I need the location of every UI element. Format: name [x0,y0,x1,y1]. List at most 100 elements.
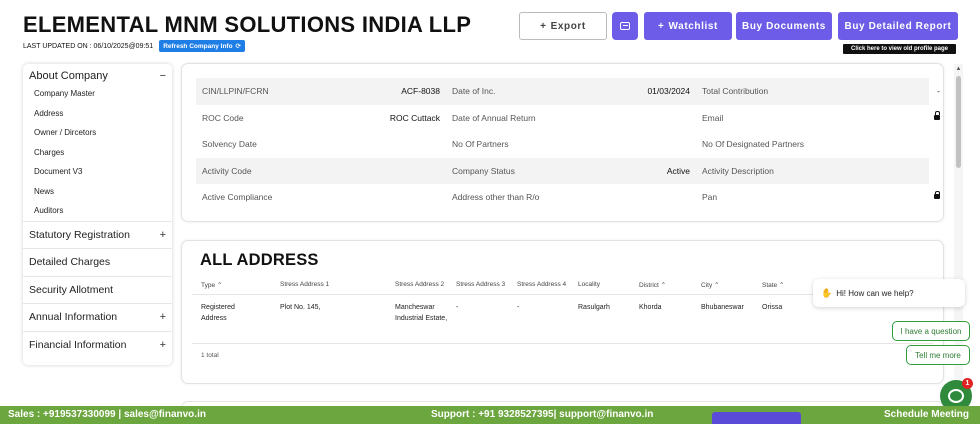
expand-icon[interactable]: + [160,229,166,241]
field-label: Pan [702,192,718,203]
last-updated: LAST UPDATED ON : 06/10/2025@09:51 Refre… [23,40,245,52]
sidebar-item-owners[interactable]: Owner / Dircetors [23,123,172,143]
info-active-compliance: Active Compliance [196,192,446,202]
field-label: Activity Code [202,165,252,176]
field-label: No Of Designated Partners [702,139,805,150]
watchlist-button[interactable]: + Watchlist [644,12,732,40]
refresh-icon: ⟳ [235,43,241,50]
sidebar-section-label: Detailed Charges [29,256,111,269]
field-value: - [937,86,940,97]
lock-icon[interactable] [934,111,940,120]
old-profile-link[interactable]: Click here to view old profile page [843,44,956,54]
info-pan: Pan [696,190,946,203]
company-title: ELEMENTAL MNM SOLUTIONS INDIA LLP [23,12,472,37]
column-header-state[interactable]: State ⌃ [762,281,784,289]
field-label: Company Status [452,165,515,176]
refresh-company-info-button[interactable]: Refresh Company Info ⟳ [159,40,245,52]
buy-detailed-report-button[interactable]: Buy Detailed Report [838,12,958,40]
column-header-address3: Stress Address 3 [456,281,506,288]
cell-type: Registered Address [201,304,235,322]
expand-icon[interactable]: + [160,311,166,323]
footer-support[interactable]: Support : +91 9328527395| support@finanv… [431,409,653,420]
buy-documents-button[interactable]: Buy Documents [736,12,832,40]
sidebar-item-news[interactable]: News [23,182,172,202]
plus-icon: + [658,20,665,32]
export-button[interactable]: + Export [519,12,607,40]
sidebar-section-label: Annual Information [29,311,118,324]
scroll-up-arrow-icon[interactable]: ▲ [954,64,963,73]
info-other-address: Address other than R/o [446,192,696,202]
sidebar-section-detailed-charges[interactable]: Detailed Charges [23,248,172,276]
info-activity-code: Activity Code [196,166,446,176]
info-row: Active Compliance Address other than R/o… [196,184,940,211]
sidebar-item-document-v3[interactable]: Document V3 [23,162,172,182]
field-value: ACF-8038 [401,86,440,97]
chat-option-question[interactable]: I have a question [892,321,970,341]
field-label: Solvency Date [202,139,257,150]
cell-locality: Rasulgarh [578,304,610,311]
last-updated-text: LAST UPDATED ON : 06/10/2025@09:51 [23,42,154,50]
sidebar-item-auditors[interactable]: Auditors [23,201,172,221]
chat-greeting-bubble: ✋ Hi! How can we help? [813,279,965,307]
expand-icon[interactable]: + [160,339,166,351]
info-row: ROC Code ROC Cuttack Date of Annual Retur… [196,105,940,132]
wave-hand-icon: ✋ [821,287,833,298]
field-label: Total Contribution [702,86,769,97]
sidebar-section-about[interactable]: About Company − [23,64,172,84]
footer-purple-tab[interactable] [712,412,801,424]
info-date-inc: Date of Inc. 01/03/2024 [446,86,696,96]
address-section-title: ALL ADDRESS [200,251,319,269]
sidebar-item-company-master[interactable]: Company Master [23,84,172,104]
sidebar: About Company − Company Master Address O… [23,64,172,365]
chat-option-tell-more[interactable]: Tell me more [906,345,970,365]
field-label: Active Compliance [202,192,273,203]
collapse-icon[interactable]: − [160,70,166,82]
info-company-status: Company Status Active [446,166,696,176]
field-value: Active [666,165,690,176]
schedule-meeting-link[interactable]: Schedule Meeting [884,409,969,420]
sidebar-item-charges[interactable]: Charges [23,143,172,163]
cell-state: Orissa [762,304,783,311]
column-header-locality: Locality [578,281,601,288]
info-email: Email [696,111,946,123]
field-label: Activity Description [702,165,774,176]
sidebar-item-address[interactable]: Address [23,104,172,124]
refresh-label: Refresh Company Info [163,42,233,50]
compact-view-button[interactable] [612,12,638,40]
info-roc-code: ROC Code ROC Cuttack [196,113,446,123]
cell-address1: Plot No. 145, [280,304,321,311]
footer-sales[interactable]: Sales : +919537330099 | sales@finanvo.in [8,409,206,420]
sidebar-section-label: Financial Information [29,338,127,351]
field-value: 01/03/2024 [647,86,690,97]
sidebar-section-annual[interactable]: Annual Information + [23,303,172,331]
field-label: Date of Annual Return [452,112,536,123]
scrollbar-thumb[interactable] [956,76,961,168]
column-header-type[interactable]: Type ⌃ [201,281,222,289]
sidebar-section-statutory[interactable]: Statutory Registration + [23,220,172,249]
field-label: Email [702,112,724,123]
info-row: Activity Code Company Status Active Activ… [196,157,929,184]
cell-district: Khorda [639,304,662,311]
sidebar-section-security-allotment[interactable]: Security Allotment [23,275,172,304]
info-total-contribution: Total Contribution - [696,86,946,96]
table-total: 1 total [201,352,219,359]
info-row: CIN/LLPIN/FCRN ACF-8038 Date of Inc. 01/03… [196,78,940,105]
field-label: No Of Partners [452,139,509,150]
lock-icon[interactable] [934,190,940,200]
chat-notification-badge: 1 [962,378,973,389]
plus-icon: + [540,20,547,32]
sidebar-section-financial[interactable]: Financial Information + [23,330,172,359]
sidebar-about-title: About Company [29,70,108,82]
sidebar-section-label: Statutory Registration [29,228,130,241]
footer-bar: Sales : +919537330099 | sales@finanvo.in… [0,406,980,424]
cell-city: Bhubaneswar [701,304,744,311]
table-divider [192,343,933,344]
field-label: ROC Code [202,112,244,123]
cell-address2: Mancheswar Industrial Estate, [395,304,448,322]
column-header-district[interactable]: District ⌃ [639,281,666,289]
company-info-card: CIN/LLPIN/FCRN ACF-8038 Date of Inc. 01/03… [181,63,944,222]
cell-address4: - [517,304,520,311]
chat-icon [948,389,964,403]
column-header-city[interactable]: City ⌃ [701,281,719,289]
info-activity-description: Activity Description [696,166,946,176]
